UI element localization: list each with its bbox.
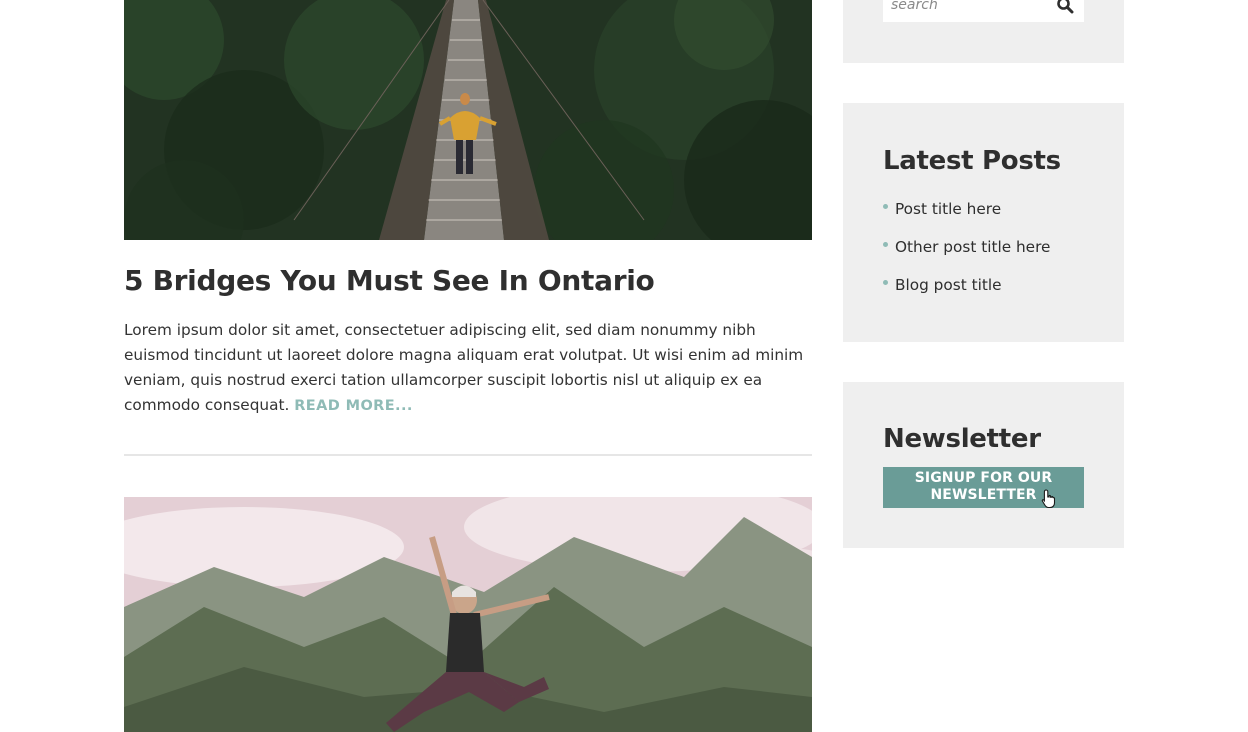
read-more-link[interactable]: READ MORE...	[294, 398, 413, 414]
mountain-illustration	[124, 497, 812, 732]
search-widget	[843, 0, 1124, 63]
post-title[interactable]: 5 Bridges You Must See In Ontario	[124, 262, 812, 300]
bullet-icon	[883, 204, 888, 209]
latest-post-label[interactable]: Blog post title	[895, 276, 1001, 294]
post-divider	[124, 454, 812, 456]
newsletter-signup-button[interactable]: SIGNUP FOR OUR NEWSLETTER	[883, 467, 1084, 509]
latest-post-item[interactable]: Other post title here	[883, 235, 1050, 273]
latest-post-label[interactable]: Other post title here	[895, 238, 1050, 256]
signup-button-line1: SIGNUP FOR OUR	[914, 470, 1053, 486]
bridge-illustration	[124, 0, 812, 240]
search-box	[883, 0, 1084, 22]
post-excerpt: Lorem ipsum dolor sit amet, consectetuer…	[124, 318, 812, 419]
latest-posts-widget: Latest Posts Post title here Other post …	[843, 103, 1124, 342]
latest-post-label[interactable]: Post title here	[895, 200, 1001, 218]
latest-post-item[interactable]: Blog post title	[883, 273, 1050, 311]
latest-post-item[interactable]: Post title here	[883, 197, 1050, 235]
latest-posts-list: Post title here Other post title here Bl…	[883, 197, 1050, 311]
post-image-mountains[interactable]	[124, 497, 812, 732]
post-image-bridge[interactable]	[124, 0, 812, 240]
latest-posts-title: Latest Posts	[883, 146, 1061, 176]
search-input[interactable]	[891, 0, 1051, 16]
hand-pointer-icon	[1041, 489, 1057, 509]
newsletter-title: Newsletter	[883, 424, 1041, 454]
bullet-icon	[883, 242, 888, 247]
search-icon[interactable]	[1056, 0, 1076, 14]
newsletter-widget: Newsletter SIGNUP FOR OUR NEWSLETTER	[843, 382, 1124, 548]
post-excerpt-text: Lorem ipsum dolor sit amet, consectetuer…	[124, 321, 804, 414]
bullet-icon	[883, 280, 888, 285]
